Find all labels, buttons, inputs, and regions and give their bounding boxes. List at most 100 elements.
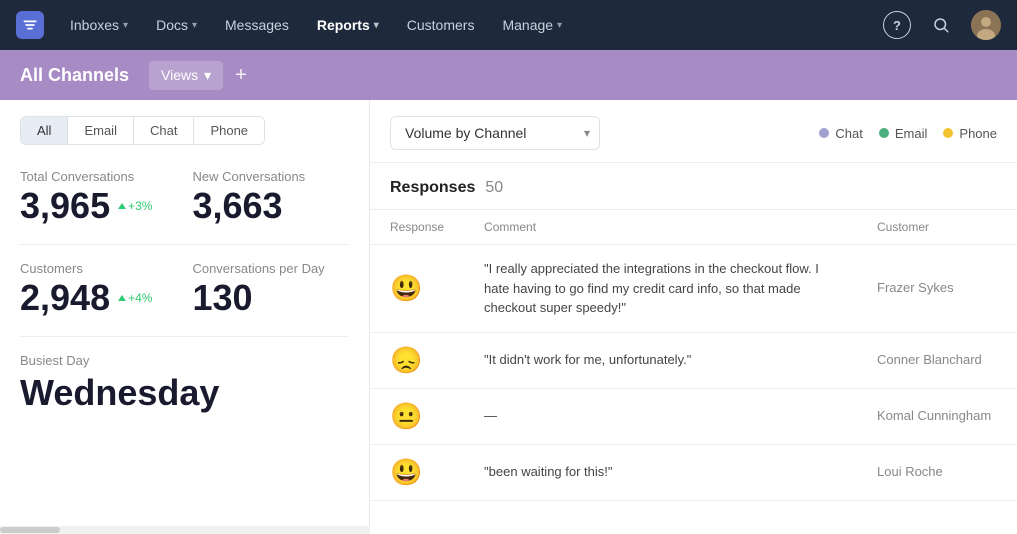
response-comment: "It didn't work for me, unfortunately." (484, 350, 824, 370)
help-button[interactable]: ? (883, 11, 911, 39)
response-emoji-cell: 😃 (370, 444, 464, 500)
col-comment: Comment (464, 210, 857, 245)
response-comment: "I really appreciated the integrations i… (484, 259, 824, 318)
nav-manage[interactable]: Manage ▾ (492, 11, 572, 39)
chevron-down-icon: ▾ (557, 20, 562, 31)
nav-reports[interactable]: Reports ▾ (307, 11, 389, 39)
right-panel: Volume by Channel Volume by Type Volume … (370, 100, 1017, 534)
response-emoji: 😞 (390, 345, 422, 375)
response-emoji-cell: 😃 (370, 245, 464, 333)
filter-tab-phone[interactable]: Phone (194, 117, 264, 144)
col-customer: Customer (857, 210, 1017, 245)
app-logo[interactable] (16, 11, 44, 39)
main-content: All Email Chat Phone Total Conversations… (0, 100, 1017, 534)
chart-legend: Chat Email Phone (819, 126, 997, 141)
legend-chat: Chat (819, 126, 862, 141)
customer-cell: Conner Blanchard (857, 332, 1017, 388)
divider-2 (20, 336, 349, 337)
up-arrow-icon (118, 295, 126, 301)
legend-email: Email (879, 126, 928, 141)
comment-cell: — (464, 388, 857, 444)
table-header-row: Response Comment Customer (370, 210, 1017, 245)
filter-tab-email[interactable]: Email (68, 117, 134, 144)
total-conversations-value: 3,965 (20, 188, 110, 224)
response-customer: Frazer Sykes (877, 280, 954, 295)
filter-tab-all[interactable]: All (21, 117, 68, 144)
new-conversations-stat: New Conversations 3,663 (192, 169, 305, 224)
conv-per-day-value: 130 (192, 280, 252, 316)
total-conversations-badge: +3% (118, 199, 152, 213)
nav-right-actions: ? (883, 10, 1001, 40)
conv-per-day-label: Conversations per Day (192, 261, 324, 276)
nav-customers[interactable]: Customers (397, 11, 485, 39)
response-emoji: 😃 (390, 273, 422, 303)
response-emoji-cell: 😞 (370, 332, 464, 388)
customers-stat: Customers 2,948 +4% (20, 261, 152, 316)
table-row: 😃 "I really appreciated the integrations… (370, 245, 1017, 333)
total-conversations-stat: Total Conversations 3,965 +3% (20, 169, 152, 224)
chart-area: Volume by Channel Volume by Type Volume … (370, 100, 1017, 163)
top-navigation: Inboxes ▾ Docs ▾ Messages Reports ▾ Cust… (0, 0, 1017, 50)
nav-docs[interactable]: Docs ▾ (146, 11, 207, 39)
left-panel: All Email Chat Phone Total Conversations… (0, 100, 370, 534)
scrollbar-thumb (0, 527, 60, 533)
response-comment: — (484, 406, 824, 426)
busiest-day-stat: Busiest Day Wednesday (20, 353, 349, 414)
divider-1 (20, 244, 349, 245)
customer-cell: Frazer Sykes (857, 245, 1017, 333)
new-conversations-value: 3,663 (192, 188, 282, 224)
response-customer: Loui Roche (877, 464, 943, 479)
phone-legend-dot (943, 128, 953, 138)
stats-row-1: Total Conversations 3,965 +3% New Conver… (20, 169, 349, 224)
customer-cell: Loui Roche (857, 444, 1017, 500)
responses-table: Response Comment Customer 😃 "I really ap… (370, 210, 1017, 501)
nav-messages[interactable]: Messages (215, 11, 299, 39)
conv-per-day-stat: Conversations per Day 130 (192, 261, 324, 316)
search-button[interactable] (927, 11, 955, 39)
legend-phone: Phone (943, 126, 997, 141)
filter-tabs: All Email Chat Phone (20, 116, 265, 145)
subheader: All Channels Views ▾ + (0, 50, 1017, 100)
add-view-button[interactable]: + (235, 64, 247, 87)
chevron-down-icon: ▾ (204, 67, 211, 84)
chat-legend-dot (819, 128, 829, 138)
filter-tab-chat[interactable]: Chat (134, 117, 194, 144)
chevron-down-icon: ▾ (192, 20, 197, 31)
customers-value: 2,948 (20, 280, 110, 316)
horizontal-scrollbar[interactable] (0, 526, 370, 534)
comment-cell: "been waiting for this!" (464, 444, 857, 500)
table-row: 😞 "It didn't work for me, unfortunately.… (370, 332, 1017, 388)
col-response: Response (370, 210, 464, 245)
response-customer: Komal Cunningham (877, 408, 991, 423)
response-customer: Conner Blanchard (877, 352, 982, 367)
views-dropdown[interactable]: Views ▾ (149, 61, 223, 90)
table-row: 😐 — Komal Cunningham (370, 388, 1017, 444)
response-comment: "been waiting for this!" (484, 462, 824, 482)
nav-inboxes[interactable]: Inboxes ▾ (60, 11, 138, 39)
table-row: 😃 "been waiting for this!" Loui Roche (370, 444, 1017, 500)
chart-type-select[interactable]: Volume by Channel Volume by Type Volume … (390, 116, 600, 150)
comment-cell: "It didn't work for me, unfortunately." (464, 332, 857, 388)
comment-cell: "I really appreciated the integrations i… (464, 245, 857, 333)
chart-select-wrapper: Volume by Channel Volume by Type Volume … (390, 116, 600, 150)
responses-header: Responses 50 (370, 163, 1017, 210)
user-avatar[interactable] (971, 10, 1001, 40)
response-emoji: 😃 (390, 457, 422, 487)
response-emoji-cell: 😐 (370, 388, 464, 444)
chevron-down-icon: ▾ (123, 20, 128, 31)
total-conversations-label: Total Conversations (20, 169, 152, 184)
customer-cell: Komal Cunningham (857, 388, 1017, 444)
up-arrow-icon (118, 203, 126, 209)
busiest-day-value: Wednesday (20, 372, 349, 414)
responses-panel: Responses 50 Response Comment Customer 😃… (370, 163, 1017, 534)
customers-badge: +4% (118, 291, 152, 305)
responses-count: 50 (485, 179, 503, 197)
stats-row-2: Customers 2,948 +4% Conversations per Da… (20, 261, 349, 316)
chevron-down-icon: ▾ (374, 20, 379, 31)
email-legend-dot (879, 128, 889, 138)
responses-title: Responses (390, 179, 475, 197)
busiest-day-label: Busiest Day (20, 353, 349, 368)
response-emoji: 😐 (390, 401, 422, 431)
page-title: All Channels (20, 65, 149, 86)
new-conversations-label: New Conversations (192, 169, 305, 184)
